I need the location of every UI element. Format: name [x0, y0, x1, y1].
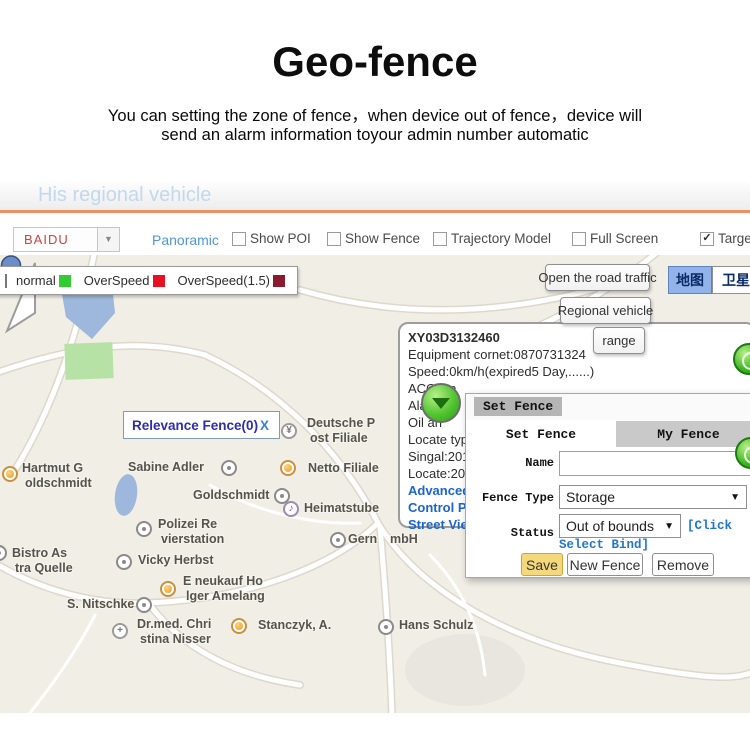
page-title: Geo-fence — [0, 38, 750, 86]
map-label-polizei: Polizei Revierstation — [158, 517, 224, 547]
dot-poi-icon — [136, 597, 152, 613]
status-label: Status — [466, 526, 554, 540]
info-line: Equipment cornet:0870731324 — [408, 346, 748, 363]
shop-poi-icon — [231, 618, 247, 634]
fence-type-label: Fence Type — [466, 491, 554, 505]
close-icon[interactable]: X — [260, 418, 269, 433]
dot-poi-icon — [136, 521, 152, 537]
map-label-hans: Hans Schulz — [399, 618, 473, 633]
checkbox-checked-icon[interactable]: ✓ — [700, 232, 714, 246]
speed-legend: normal OverSpeed OverSpeed(1.5) — [0, 266, 298, 295]
map-label-gmbh: mbH — [390, 532, 418, 547]
regional-vehicle-button[interactable]: Regional vehicle — [560, 297, 651, 324]
click-select-bind-link-2[interactable]: Select Bind] — [559, 538, 649, 552]
checkbox-label: Trajectory Model — [451, 231, 551, 246]
dialog-title: Set Fence — [474, 397, 562, 416]
chevron-down-icon: ▼ — [730, 492, 740, 503]
legend-swatch-overspeed15 — [273, 275, 285, 287]
map-label-stanczyk: Stanczyk, A. — [258, 618, 331, 633]
screenshot-root: Geo-fence You can setting the zone of fe… — [0, 0, 750, 750]
relevance-fence-box: Relevance Fence(0) X — [123, 411, 280, 439]
remove-button[interactable]: Remove — [652, 553, 714, 576]
park-shape — [64, 342, 113, 380]
checkbox-icon[interactable] — [327, 232, 341, 246]
legend-swatch-normal — [59, 275, 71, 287]
road-traffic-button[interactable]: Open the road traffic — [545, 264, 650, 291]
post-yen-poi-icon: ¥ — [281, 423, 297, 439]
shop-poi-icon — [280, 460, 296, 476]
map-label-sabine: Sabine Adler — [128, 460, 204, 475]
click-select-bind-link-1[interactable]: [Click — [687, 519, 732, 533]
checkbox-icon[interactable] — [433, 232, 447, 246]
panoramic-link[interactable]: Panoramic — [152, 232, 219, 248]
set-fence-dialog: Set Fence Set Fence My Fence Name Fence … — [465, 393, 750, 578]
checkbox-show-poi[interactable]: Show POI — [232, 231, 311, 246]
info-line: Speed:0km/h(expired5 Day,......) — [408, 363, 748, 380]
checkbox-show-fence[interactable]: Show Fence — [327, 231, 420, 246]
map-type-satellite-button[interactable]: 卫星 — [712, 266, 750, 294]
range-button[interactable]: range — [593, 327, 645, 354]
app-header: His regional vehicle — [0, 180, 750, 213]
status-select[interactable]: Out of bounds ▼ — [559, 514, 681, 538]
checkbox-icon[interactable] — [572, 232, 586, 246]
page-subtitle-line1: You can setting the zone of fence，when d… — [0, 102, 750, 126]
legend-label: normal — [16, 273, 56, 288]
pond-shape — [112, 473, 140, 518]
checkbox-label: Show POI — [250, 231, 311, 246]
vehicle-status-icon[interactable] — [421, 383, 461, 423]
map-label-vicky: Vicky Herbst — [138, 553, 214, 568]
app-header-title: His regional vehicle — [38, 184, 211, 207]
chevron-down-icon: ▼ — [664, 521, 674, 532]
map-label-netto: Netto Filiale — [308, 461, 379, 476]
map-label-hartmut: Hartmut Goldschmidt — [22, 461, 92, 491]
relevance-fence-label: Relevance Fence(0) — [132, 418, 258, 433]
device-id: XY03D3132460 — [408, 329, 748, 346]
checkbox-trajectory-model[interactable]: Trajectory Model — [433, 231, 551, 246]
map-label-deutsche-post: Deutsche Post Filiale — [307, 416, 375, 446]
dot-poi-icon — [116, 554, 132, 570]
legend-clipped-divider — [5, 274, 7, 288]
checkbox-label: Target nam — [718, 231, 750, 246]
map-provider-value: BAIDU — [24, 232, 69, 247]
tab-set-fence[interactable]: Set Fence — [466, 421, 616, 447]
dot-poi-icon — [221, 460, 237, 476]
status-value: Out of bounds — [566, 518, 654, 534]
music-note-poi-icon: ♪ — [283, 501, 299, 517]
dialog-titlebar[interactable]: Set Fence — [466, 394, 750, 420]
map-provider-select[interactable]: BAIDU ▼ — [13, 227, 120, 252]
map-label-drmed: Dr.med. Christina Nisser — [137, 617, 211, 647]
checkbox-full-screen[interactable]: Full Screen — [572, 231, 658, 246]
legend-swatch-overspeed — [153, 275, 165, 287]
checkbox-target-name[interactable]: ✓ Target nam — [700, 231, 750, 246]
shop-poi-icon — [160, 581, 176, 597]
pharmacy-plus-poi-icon: + — [112, 623, 128, 639]
page-subtitle-line2: send an alarm information toyour admin n… — [0, 126, 750, 145]
legend-label: OverSpeed(1.5) — [178, 273, 271, 288]
dot-poi-icon — [378, 619, 394, 635]
name-label: Name — [466, 456, 554, 470]
bottom-margin — [0, 713, 750, 750]
map-type-map-button[interactable]: 地图 — [668, 266, 712, 294]
map-label-nitschke: S. Nitschke — [67, 597, 134, 612]
chevron-down-icon[interactable]: ▼ — [97, 228, 119, 251]
checkbox-icon[interactable] — [232, 232, 246, 246]
shop-poi-icon — [2, 466, 18, 482]
legend-label: OverSpeed — [84, 273, 150, 288]
save-button[interactable]: Save — [521, 553, 563, 576]
map-label-heimatstube: Heimatstube — [304, 501, 379, 516]
map-label-gern: Gern — [348, 532, 377, 547]
map-label-goldschmidt: Goldschmidt — [193, 488, 269, 503]
toolbar: BAIDU ▼ Panoramic Show POI Show Fence Tr… — [0, 213, 750, 255]
map-label-bistro: Bistro Astra Quelle — [12, 546, 73, 576]
new-fence-button[interactable]: New Fence — [567, 553, 643, 576]
tab-my-fence[interactable]: My Fence — [616, 421, 750, 447]
fence-type-value: Storage — [566, 489, 615, 505]
checkbox-label: Full Screen — [590, 231, 658, 246]
fence-type-select[interactable]: Storage ▼ — [559, 485, 747, 509]
map-label-neukauf: E neukauf Holger Amelang — [183, 574, 265, 604]
checkbox-label: Show Fence — [345, 231, 420, 246]
dot-poi-icon — [330, 532, 346, 548]
fence-name-input[interactable] — [559, 451, 750, 476]
map-canvas[interactable]: normal OverSpeed OverSpeed(1.5) Open the… — [0, 255, 750, 713]
